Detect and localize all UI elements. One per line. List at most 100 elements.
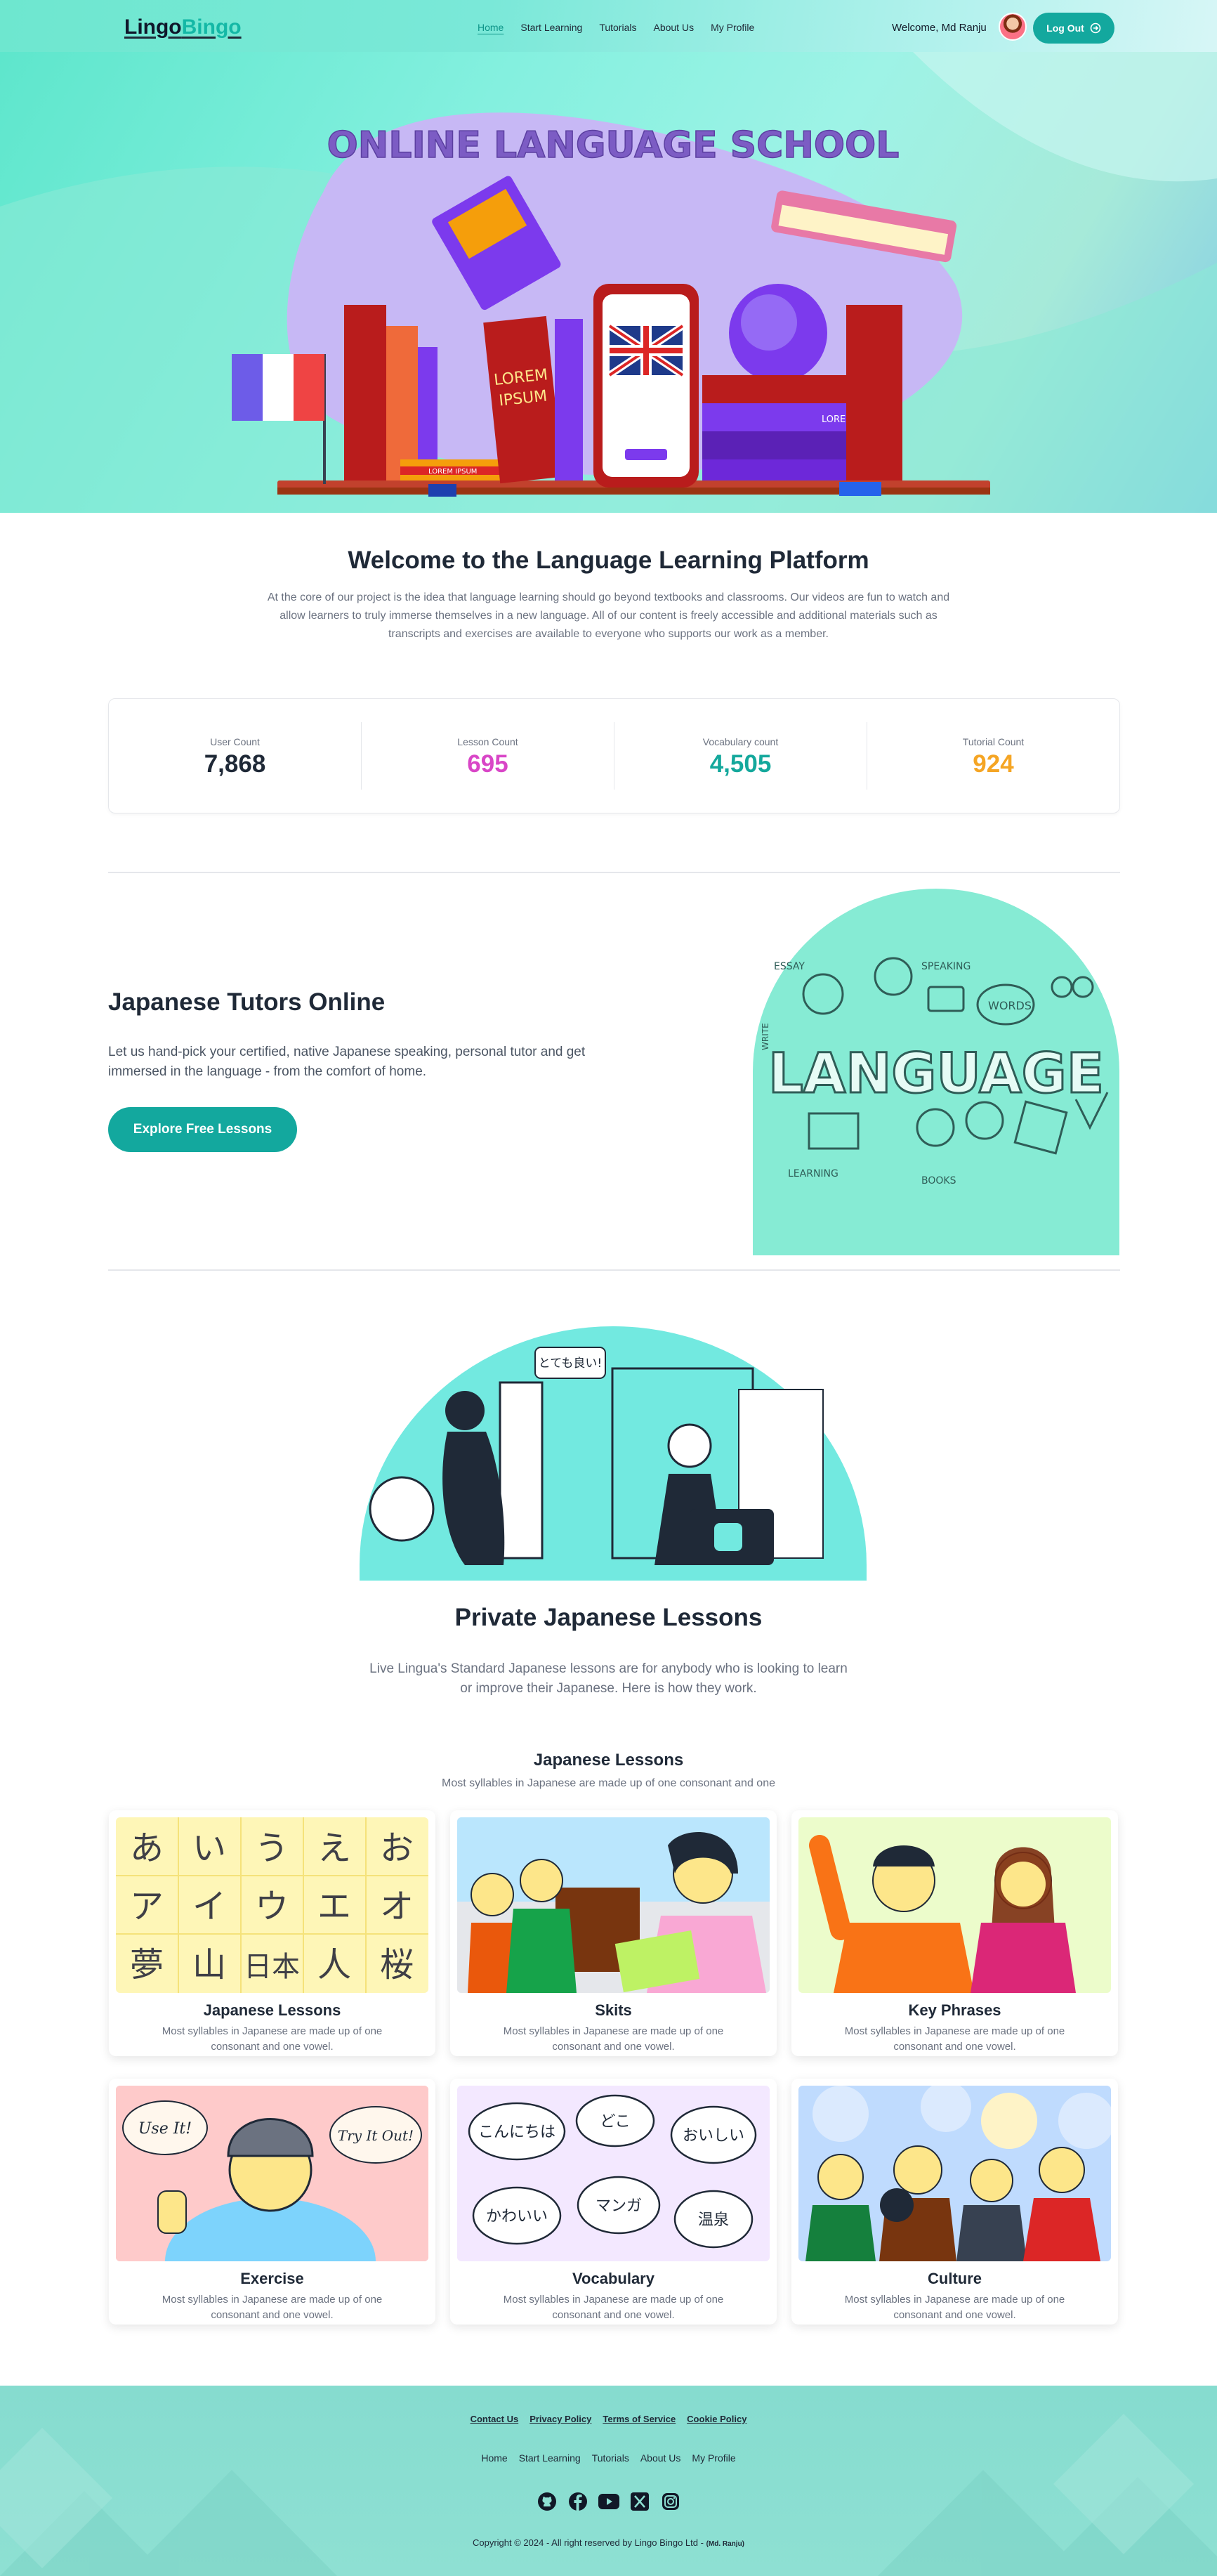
svg-text:日本: 日本 [244,1951,300,1983]
lesson-card-skits[interactable]: Skits Most syllables in Japanese are mad… [450,1810,777,2056]
language-illustration: LANGUAGE ESSAY SPEAKING WORDS WRITE LEAR… [753,889,1119,1255]
footer-nav: Home Start Learning Tutorials About Us M… [0,2452,1217,2464]
svg-text:マンガ: マンガ [596,2197,642,2215]
svg-text:かわいい: かわいい [486,2208,548,2225]
card-description: Most syllables in Japanese are made up o… [162,2025,383,2053]
stat-vocabulary-count: Vocabulary count 4,505 [614,722,867,790]
kana-chart-image: あいうえお アイウエオ 夢山日本人桜 [116,1817,428,1993]
lesson-card-culture[interactable]: Culture Most syllables in Japanese are m… [791,2079,1118,2325]
brand-logo[interactable]: LingoBingo [124,15,242,39]
navbar: LingoBingo Home Start Learning Tutorials… [0,0,1217,52]
svg-text:あ: あ [130,1829,164,1868]
nav-about-us[interactable]: About Us [653,22,694,33]
intro-title: Welcome to the Language Learning Platfor… [348,547,869,574]
svg-text:LOREM IPSUM: LOREM IPSUM [428,468,477,476]
footer-my-profile[interactable]: My Profile [692,2452,735,2464]
explore-free-lessons-button[interactable]: Explore Free Lessons [108,1107,297,1152]
facebook-icon[interactable] [567,2491,588,2512]
youtube-icon[interactable] [598,2491,619,2512]
card-description: Most syllables in Japanese are made up o… [503,2025,724,2053]
intro-description: At the core of our project is the idea t… [267,591,950,640]
private-bubble-text: とても良い! [539,1356,602,1371]
copyright: Copyright © 2024 - All right reserved by… [472,2537,745,2548]
instagram-icon[interactable] [660,2491,681,2512]
github-icon[interactable] [537,2491,558,2512]
svg-text:い: い [192,1829,226,1868]
footer-cookie-policy[interactable]: Cookie Policy [687,2414,746,2424]
x-icon[interactable] [629,2491,650,2512]
japanese-lessons-heading: Japanese Lessons [533,1751,684,1770]
svg-text:WORDS: WORDS [988,999,1032,1012]
svg-text:ESSAY: ESSAY [774,961,805,972]
card-description: Most syllables in Japanese are made up o… [503,2294,724,2321]
language-word: LANGUAGE [768,1042,1104,1106]
lesson-card-vocabulary[interactable]: こんにちは どこ おいしい かわいい マンガ 温泉 Vocabulary Mos… [450,2079,777,2325]
svg-text:おいしい: おいしい [683,2127,744,2145]
svg-text:どこ: どこ [600,2113,630,2131]
skits-image [457,1817,770,1993]
hero-headline: ONLINE LANGUAGE SCHOOL [327,124,900,166]
divider [108,1269,1120,1271]
lesson-card-exercise[interactable]: Use It! Try It Out! Exercise Most syllab… [109,2079,435,2325]
author-credit: (Md. Ranju) [706,2540,745,2548]
social-links [0,2491,1217,2512]
nav-home[interactable]: Home [478,22,504,33]
nav-start-learning[interactable]: Start Learning [520,22,582,33]
culture-image [798,2086,1111,2261]
card-title: Key Phrases [908,2001,1001,2019]
private-lessons-illustration: とても良い! [360,1326,867,1581]
card-description: Most syllables in Japanese are made up o… [844,2025,1065,2053]
stat-lesson-count: Lesson Count 695 [362,722,614,790]
avatar[interactable] [999,13,1027,41]
card-title: Skits [595,2001,632,2019]
legal-links: Contact Us Privacy Policy Terms of Servi… [0,2414,1217,2424]
footer-about-us[interactable]: About Us [640,2452,681,2464]
tutors-title: Japanese Tutors Online [108,988,386,1016]
svg-text:山: 山 [192,1945,226,1985]
footer-terms-of-service[interactable]: Terms of Service [603,2414,676,2424]
svg-text:SPEAKING: SPEAKING [921,961,971,972]
svg-text:お: お [380,1829,414,1868]
logout-button[interactable]: Log Out [1033,13,1114,44]
svg-text:BOOKS: BOOKS [921,1175,956,1186]
stats-panel: User Count 7,868 Lesson Count 695 Vocabu… [108,698,1120,813]
card-title: Exercise [240,2270,304,2287]
svg-text:Try It Out!: Try It Out! [338,2127,414,2144]
hero-banner: ONLINE LANGUAGE SCHOOL LOREM IPSUM LOREM… [0,52,1217,513]
tutors-description: Let us hand-pick your certified, native … [108,1045,586,1079]
vocabulary-image: こんにちは どこ おいしい かわいい マンガ 温泉 [457,2086,770,2261]
divider [108,872,1120,873]
svg-text:イ: イ [192,1887,226,1926]
svg-text:夢: 夢 [130,1945,164,1985]
svg-text:WRITE: WRITE [761,1023,770,1050]
nav-my-profile[interactable]: My Profile [711,22,754,33]
footer-start-learning[interactable]: Start Learning [519,2452,581,2464]
hero-illustration: ONLINE LANGUAGE SCHOOL LOREM IPSUM LOREM… [0,52,1217,513]
lesson-card-japanese-lessons[interactable]: あいうえお アイウエオ 夢山日本人桜 Japanese Lessons Most… [109,1810,435,2056]
footer-contact-us[interactable]: Contact Us [471,2414,519,2424]
svg-text:え: え [317,1829,351,1868]
stat-user-count: User Count 7,868 [109,722,362,790]
exercise-image: Use It! Try It Out! [116,2086,428,2261]
nav-tutorials[interactable]: Tutorials [599,22,636,33]
logout-icon [1090,22,1101,34]
card-description: Most syllables in Japanese are made up o… [844,2294,1065,2321]
card-title: Vocabulary [572,2270,654,2287]
svg-text:桜: 桜 [380,1945,414,1985]
svg-text:LEARNING: LEARNING [788,1168,838,1179]
svg-text:Use It!: Use It! [138,2120,192,2138]
lesson-card-key-phrases[interactable]: Key Phrases Most syllables in Japanese a… [791,1810,1118,2056]
svg-text:ウ: ウ [255,1887,289,1926]
footer-home[interactable]: Home [481,2452,507,2464]
footer-privacy-policy[interactable]: Privacy Policy [529,2414,591,2424]
svg-text:オ: オ [380,1887,414,1926]
japanese-lessons-subtitle: Most syllables in Japanese are made up o… [442,1777,775,1789]
welcome-text: Welcome, Md Ranju [892,22,987,34]
main-nav: Home Start Learning Tutorials About Us M… [478,22,754,33]
svg-text:う: う [255,1829,289,1868]
key-phrases-image [798,1817,1111,1993]
footer-tutorials[interactable]: Tutorials [592,2452,629,2464]
card-title: Japanese Lessons [203,2001,341,2019]
private-lessons-title: Private Japanese Lessons [454,1604,763,1631]
stat-tutorial-count: Tutorial Count 924 [962,736,1025,778]
